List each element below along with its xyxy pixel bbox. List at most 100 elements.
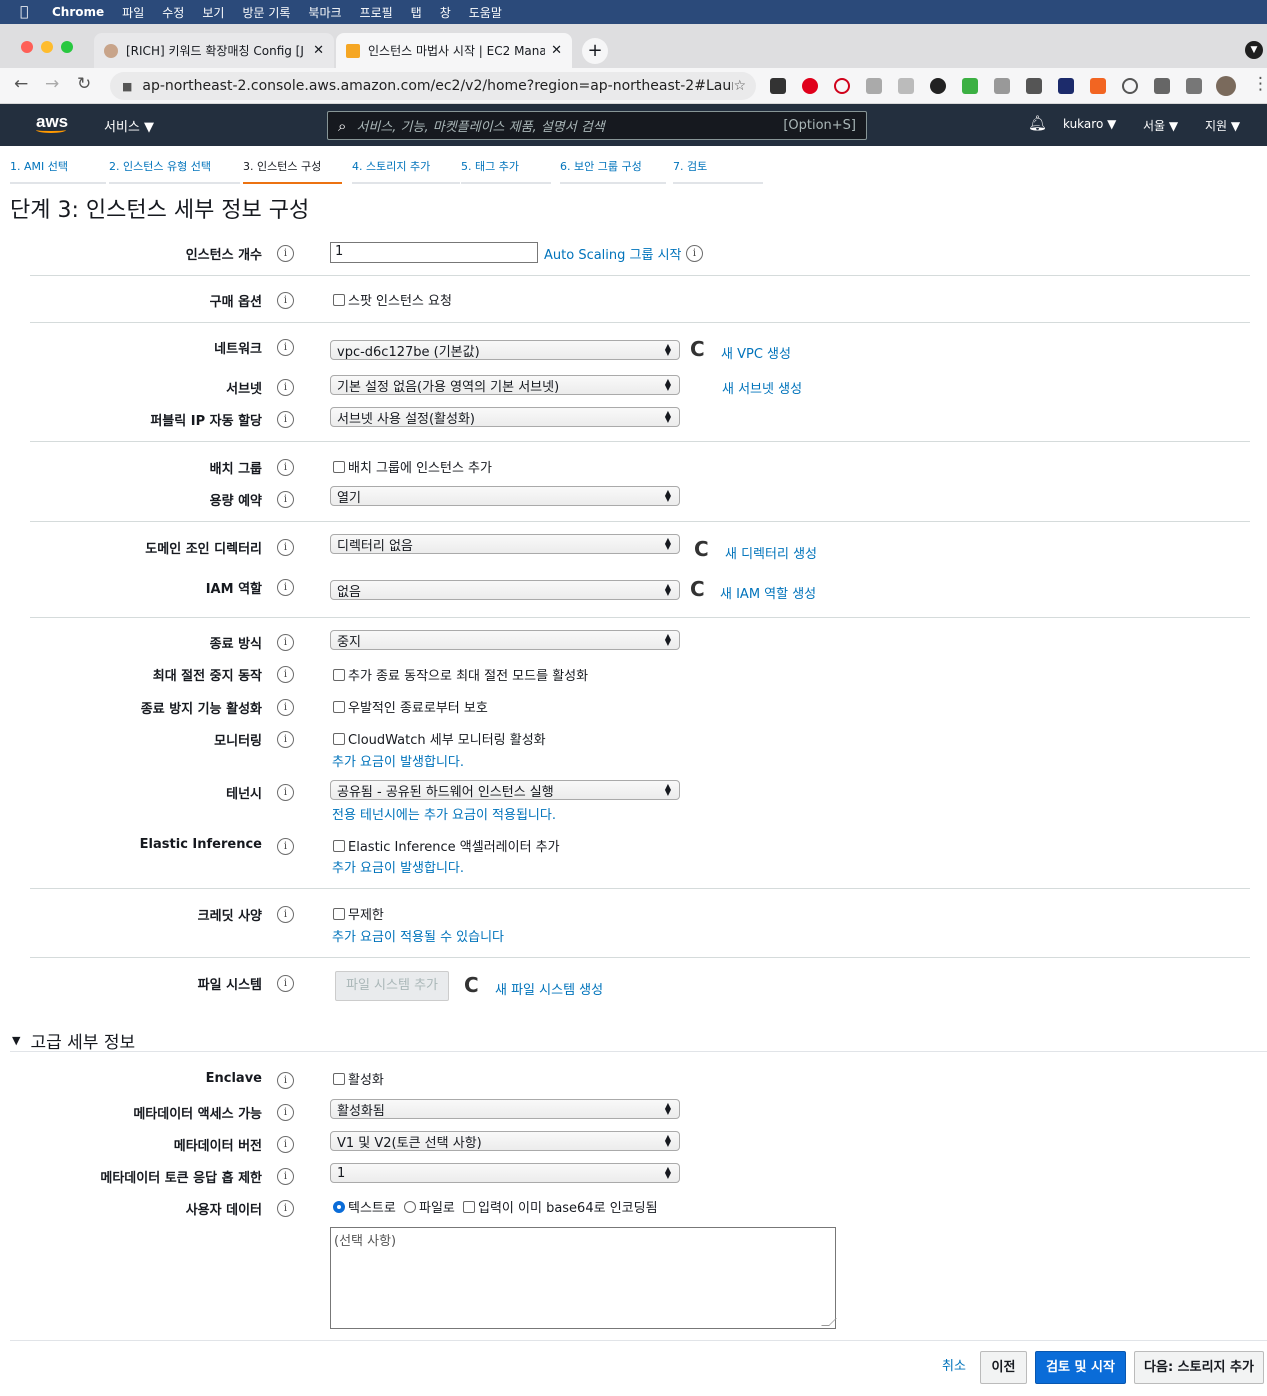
extension-icon[interactable] xyxy=(962,78,978,94)
address-bar[interactable]: ■ ap-northeast-2.console.aws.amazon.com/… xyxy=(110,72,756,100)
info-icon[interactable]: i xyxy=(277,1072,294,1089)
aws-search-box[interactable]: ⌕ 서비스, 기능, 마켓플레이스 제품, 설명서 검색 [Option+S] xyxy=(327,111,867,140)
enclave-checkbox[interactable]: 활성화 xyxy=(333,1069,384,1088)
extension-icon[interactable] xyxy=(1122,78,1138,94)
resize-grip-icon[interactable] xyxy=(821,1318,837,1326)
info-icon[interactable]: i xyxy=(277,539,294,556)
info-icon[interactable]: i xyxy=(277,731,294,748)
extension-icon[interactable] xyxy=(834,78,850,94)
elastic-inference-checkbox[interactable]: Elastic Inference 액셀러레이터 추가 xyxy=(333,836,560,855)
info-icon[interactable]: i xyxy=(277,1200,294,1217)
new-tab-button[interactable]: + xyxy=(582,38,608,64)
menu-edit[interactable]: 수정 xyxy=(162,4,184,21)
checkbox-box[interactable] xyxy=(333,700,345,713)
info-icon[interactable]: i xyxy=(277,379,294,396)
account-menu[interactable]: kukaro ▼ xyxy=(1063,117,1116,131)
metadata-hop-limit-select[interactable]: 1 ▲ ▼ xyxy=(330,1163,680,1183)
credit-charges-link[interactable]: 추가 요금이 적용될 수 있습니다 xyxy=(332,926,504,945)
info-icon[interactable]: i xyxy=(277,699,294,716)
wizard-step-instance-type[interactable]: 2. 인스턴스 유형 선택 xyxy=(109,158,240,184)
spot-request-checkbox[interactable]: 스팟 인스턴스 요청 xyxy=(333,290,452,309)
network-select[interactable]: vpc-d6c127be (기본값) ▲ ▼ xyxy=(330,340,680,360)
info-icon[interactable]: i xyxy=(277,666,294,683)
wizard-step-review[interactable]: 7. 검토 xyxy=(673,158,763,184)
menu-view[interactable]: 보기 xyxy=(202,4,224,21)
monitoring-checkbox[interactable]: CloudWatch 세부 모니터링 활성화 xyxy=(333,729,546,748)
window-minimize-button[interactable] xyxy=(41,41,53,53)
window-zoom-button[interactable] xyxy=(61,41,73,53)
extension-icon[interactable] xyxy=(866,78,882,94)
extension-icon[interactable] xyxy=(930,78,946,94)
refresh-icon[interactable]: C xyxy=(464,973,479,997)
user-data-text-radio[interactable]: 텍스트로 xyxy=(333,1197,396,1216)
wizard-step-ami[interactable]: 1. AMI 선택 xyxy=(10,158,106,184)
user-data-file-radio[interactable]: 파일로 xyxy=(404,1197,455,1216)
wizard-step-tags[interactable]: 5. 태그 추가 xyxy=(461,158,551,184)
user-data-textarea[interactable]: (선택 사항) xyxy=(330,1227,837,1329)
apple-icon[interactable]:  xyxy=(20,4,38,20)
subnet-select[interactable]: 기본 설정 없음(가용 영역의 기본 서브넷) ▲ ▼ xyxy=(330,375,680,395)
wizard-step-security-group[interactable]: 6. 보안 그룹 구성 xyxy=(560,158,666,184)
extension-icon[interactable] xyxy=(802,78,818,94)
wizard-step-storage[interactable]: 4. 스토리지 추가 xyxy=(352,158,460,184)
next-add-storage-button[interactable]: 다음: 스토리지 추가 xyxy=(1134,1351,1264,1384)
info-icon[interactable]: i xyxy=(277,1168,294,1185)
previous-button[interactable]: 이전 xyxy=(980,1351,1027,1384)
close-icon[interactable]: ✕ xyxy=(551,43,562,58)
info-icon[interactable]: i xyxy=(277,292,294,309)
extension-icon[interactable] xyxy=(994,78,1010,94)
extension-icon[interactable] xyxy=(898,78,914,94)
checkbox-box[interactable] xyxy=(333,1072,345,1085)
cancel-button[interactable]: 취소 xyxy=(934,1351,974,1384)
checkbox-box[interactable] xyxy=(333,293,345,306)
menu-profile[interactable]: 프로필 xyxy=(360,4,393,21)
bookmark-star-icon[interactable]: ☆ xyxy=(733,78,746,94)
info-icon[interactable]: i xyxy=(277,634,294,651)
menu-tab[interactable]: 탭 xyxy=(411,4,422,21)
browser-tab-ec2[interactable]: 인스턴스 마법사 시작 | EC2 Manag ✕ xyxy=(336,33,572,68)
info-icon[interactable]: i xyxy=(277,459,294,476)
checkbox-box[interactable] xyxy=(463,1200,475,1213)
refresh-icon[interactable]: C xyxy=(690,577,705,601)
profile-avatar[interactable] xyxy=(1216,76,1236,96)
extensions-puzzle-icon[interactable] xyxy=(1154,78,1170,94)
info-icon[interactable]: i xyxy=(277,1104,294,1121)
services-menu[interactable]: 서비스 ▼ xyxy=(104,116,154,135)
refresh-icon[interactable]: C xyxy=(690,337,705,361)
new-subnet-link[interactable]: 새 서브넷 생성 xyxy=(722,378,802,397)
tab-search-icon[interactable]: ▼ xyxy=(1245,41,1263,59)
info-icon[interactable]: i xyxy=(277,411,294,428)
info-icon[interactable]: i xyxy=(277,784,294,801)
termination-protection-checkbox[interactable]: 우발적인 종료로부터 보호 xyxy=(333,697,488,716)
add-file-system-button[interactable]: 파일 시스템 추가 xyxy=(335,971,449,1001)
review-and-launch-button[interactable]: 검토 및 시작 xyxy=(1035,1351,1126,1384)
reading-list-icon[interactable] xyxy=(1186,78,1202,94)
window-close-button[interactable] xyxy=(21,41,33,53)
menu-help[interactable]: 도움말 xyxy=(469,4,502,21)
reload-icon[interactable]: ↻ xyxy=(77,74,91,94)
checkbox-box[interactable] xyxy=(333,907,345,920)
menu-app-name[interactable]: Chrome xyxy=(52,5,104,19)
support-menu[interactable]: 지원 ▼ xyxy=(1205,117,1240,134)
base64-checkbox[interactable]: 입력이 이미 base64로 인코딩됨 xyxy=(463,1197,658,1216)
browser-tab-config[interactable]: [RICH] 키워드 확장매칭 Config [J ✕ xyxy=(94,33,334,68)
refresh-icon[interactable]: C xyxy=(694,537,709,561)
info-icon[interactable]: i xyxy=(277,491,294,508)
notifications-bell-icon[interactable]: 🔔︎ xyxy=(1028,114,1047,132)
radio-button[interactable] xyxy=(404,1200,416,1213)
tenancy-charges-link[interactable]: 전용 테넌시에는 추가 요금이 적용됩니다. xyxy=(332,804,556,823)
tenancy-select[interactable]: 공유됨 - 공유된 하드웨어 인스턴스 실행 ▲ ▼ xyxy=(330,780,680,800)
menu-window[interactable]: 창 xyxy=(440,4,451,21)
extension-icon[interactable] xyxy=(1058,78,1074,94)
extension-icon[interactable] xyxy=(1090,78,1106,94)
extension-icon[interactable] xyxy=(770,78,786,94)
auto-scaling-link[interactable]: Auto Scaling 그룹 시작 xyxy=(544,244,682,263)
new-vpc-link[interactable]: 새 VPC 생성 xyxy=(721,343,791,362)
info-icon[interactable]: i xyxy=(277,245,294,262)
unlimited-credit-checkbox[interactable]: 무제한 xyxy=(333,904,384,923)
back-icon[interactable]: ← xyxy=(14,74,28,94)
info-icon[interactable]: i xyxy=(277,339,294,356)
metadata-version-select[interactable]: V1 및 V2(토큰 선택 사항) ▲ ▼ xyxy=(330,1131,680,1151)
hibernate-checkbox[interactable]: 추가 종료 동작으로 최대 절전 모드를 활성화 xyxy=(333,665,588,684)
info-icon[interactable]: i xyxy=(277,579,294,596)
